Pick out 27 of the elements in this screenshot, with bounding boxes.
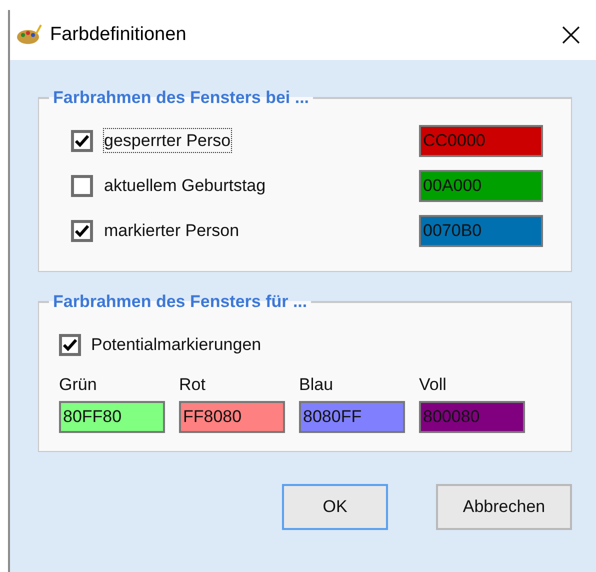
color-label: Rot: [179, 375, 206, 395]
checkbox-label: gesperrter Perso: [103, 128, 232, 152]
ok-button[interactable]: OK: [282, 484, 388, 530]
cancel-button[interactable]: Abbrechen: [436, 484, 572, 530]
color-field[interactable]: 80FF80: [59, 401, 165, 433]
checkbox[interactable]: [71, 220, 93, 242]
color-field[interactable]: 0070B0: [419, 214, 543, 246]
group-title: Farbrahmen des Fensters für ...: [52, 292, 308, 312]
color-field[interactable]: FF8080: [179, 401, 285, 433]
color-label: Grün: [59, 375, 98, 395]
group-title: Farbrahmen des Fensters bei ...: [52, 88, 310, 108]
palette-icon: [16, 24, 42, 46]
checkbox[interactable]: [59, 334, 81, 356]
color-label: Voll: [419, 375, 448, 395]
check-icon: [75, 224, 89, 236]
color-label: Blau: [299, 375, 334, 395]
check-icon: [63, 338, 77, 350]
checkbox-label: aktuellem Geburtstag: [103, 174, 267, 196]
check-icon: [75, 134, 89, 146]
color-field[interactable]: 00A000: [419, 170, 543, 202]
checkbox-label: markierter Person: [103, 220, 240, 242]
window-title: Farbdefinitionen: [50, 24, 188, 46]
color-field[interactable]: 8080FF: [299, 401, 405, 433]
checkbox-label: Potentialmarkierungen: [91, 334, 262, 354]
checkbox[interactable]: [71, 174, 93, 196]
color-field[interactable]: CC0000: [419, 124, 543, 156]
checkbox[interactable]: [71, 130, 93, 152]
